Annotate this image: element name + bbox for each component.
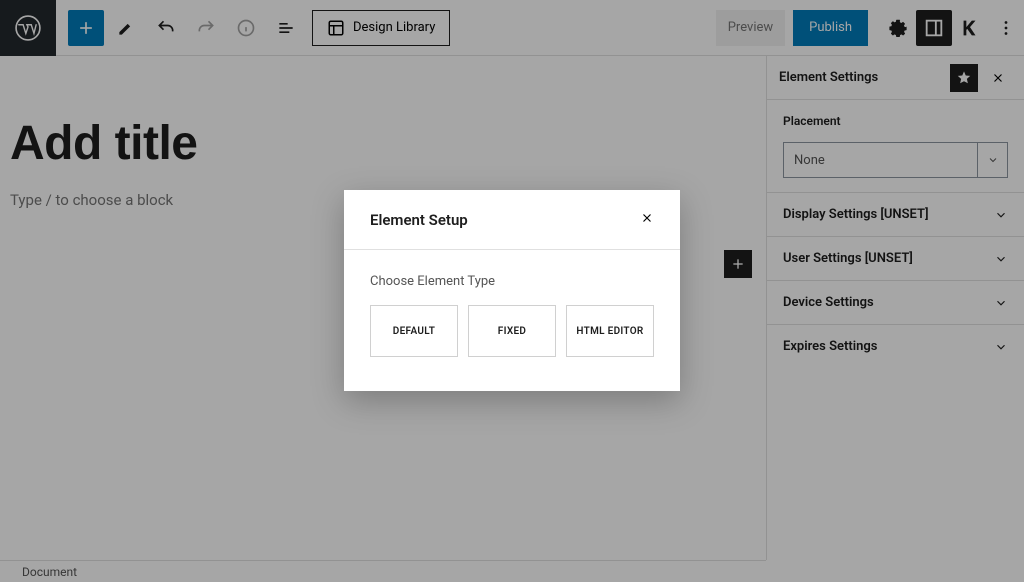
- modal-close-button[interactable]: [640, 210, 654, 229]
- modal-header: Element Setup: [344, 190, 680, 250]
- element-type-html-editor[interactable]: HTML EDITOR: [566, 305, 654, 357]
- element-type-row: DEFAULT FIXED HTML EDITOR: [370, 305, 654, 357]
- element-type-default[interactable]: DEFAULT: [370, 305, 458, 357]
- element-type-fixed[interactable]: FIXED: [468, 305, 556, 357]
- modal-subtitle: Choose Element Type: [370, 274, 654, 289]
- close-icon: [640, 211, 654, 225]
- modal-body: Choose Element Type DEFAULT FIXED HTML E…: [344, 250, 680, 391]
- element-setup-modal: Element Setup Choose Element Type DEFAUL…: [344, 190, 680, 391]
- modal-title: Element Setup: [370, 211, 468, 229]
